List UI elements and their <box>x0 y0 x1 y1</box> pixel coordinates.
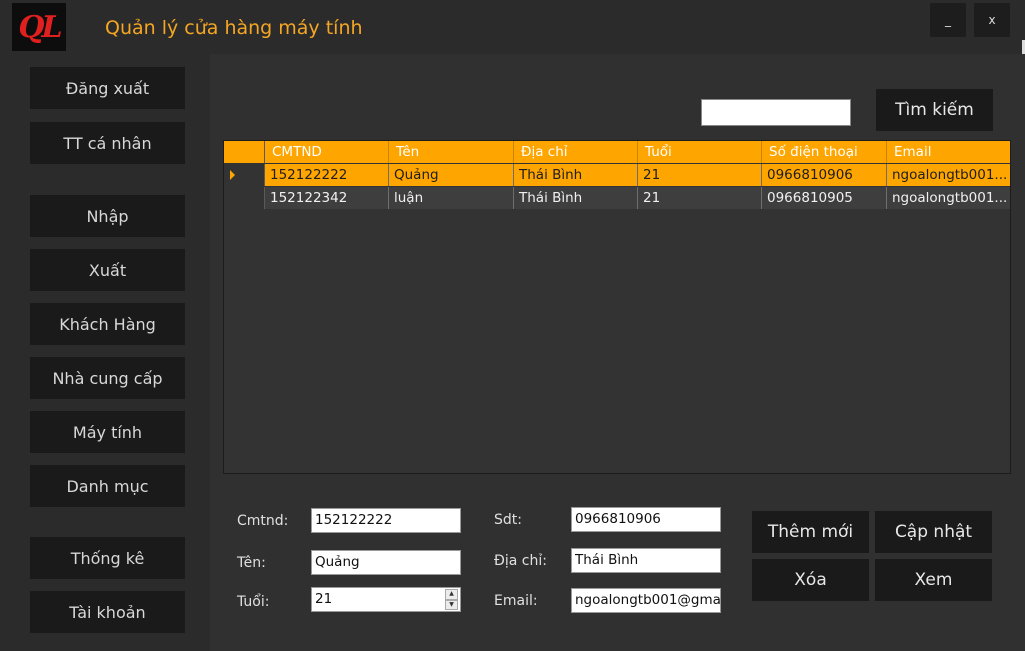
view-button[interactable]: Xem <box>875 559 992 601</box>
tuoi-value: 21 <box>315 591 333 607</box>
minimize-button[interactable]: _ <box>930 3 966 37</box>
window-title: Quản lý cửa hàng máy tính <box>105 17 363 39</box>
cell-diachi[interactable]: Thái Bình <box>514 187 638 209</box>
cell-cmtnd[interactable]: 152122222 <box>265 164 389 186</box>
cmtnd-field[interactable]: 152122222 <box>311 508 461 533</box>
email-label: Email: <box>494 593 538 609</box>
import-button[interactable]: Nhập <box>30 195 185 237</box>
ten-label: Tên: <box>237 555 266 571</box>
table-row[interactable]: 152122222 Quảng Thái Bình 21 0966810906 … <box>224 164 1010 186</box>
table-row[interactable]: 152122342 luận Thái Bình 21 0966810905 n… <box>224 187 1010 209</box>
row-pointer-icon <box>230 170 235 180</box>
add-button[interactable]: Thêm mới <box>752 511 869 553</box>
logo-text: QL <box>18 9 62 45</box>
row-selector[interactable] <box>224 164 265 186</box>
update-button[interactable]: Cập nhật <box>875 511 992 553</box>
cell-ten[interactable]: Quảng <box>389 164 514 186</box>
close-button[interactable]: x <box>974 3 1010 37</box>
cell-email[interactable]: ngoalongtb001... <box>887 164 1010 186</box>
accounts-button[interactable]: Tài khoản <box>30 591 185 633</box>
column-header-tuoi[interactable]: Tuổi <box>638 141 762 163</box>
cell-diachi[interactable]: Thái Bình <box>514 164 638 186</box>
column-header-sdt[interactable]: Số điện thoại <box>762 141 887 163</box>
cell-sdt[interactable]: 0966810906 <box>762 164 887 186</box>
cell-cmtnd[interactable]: 152122342 <box>265 187 389 209</box>
search-input[interactable] <box>701 99 851 126</box>
search-button[interactable]: Tìm kiếm <box>876 89 993 131</box>
customer-grid[interactable]: CMTND Tên Địa chỉ Tuổi Số điện thoại Ema… <box>223 140 1011 474</box>
column-header-ten[interactable]: Tên <box>389 141 514 163</box>
cmtnd-label: Cmtnd: <box>237 513 289 529</box>
diachi-label: Địa chỉ: <box>494 553 547 569</box>
header-corner <box>224 141 265 163</box>
app-logo: QL <box>12 3 66 51</box>
title-bar: QL Quản lý cửa hàng máy tính _ x <box>0 0 1025 70</box>
sdt-field[interactable]: 0966810906 <box>571 507 721 532</box>
stepper-controls: ▲ ▼ <box>445 589 458 610</box>
logout-button[interactable]: Đăng xuất <box>30 67 185 109</box>
grid-header: CMTND Tên Địa chỉ Tuổi Số điện thoại Ema… <box>224 141 1010 163</box>
export-button[interactable]: Xuất <box>30 249 185 291</box>
computers-button[interactable]: Máy tính <box>30 411 185 453</box>
suppliers-button[interactable]: Nhà cung cấp <box>30 357 185 399</box>
tuoi-stepper[interactable]: 21 ▲ ▼ <box>311 587 461 612</box>
cell-sdt[interactable]: 0966810905 <box>762 187 887 209</box>
delete-button[interactable]: Xóa <box>752 559 869 601</box>
categories-button[interactable]: Danh mục <box>30 465 185 507</box>
cell-tuoi[interactable]: 21 <box>638 187 762 209</box>
row-selector[interactable] <box>224 187 265 209</box>
statistics-button[interactable]: Thống kê <box>30 537 185 579</box>
customers-button[interactable]: Khách Hàng <box>30 303 185 345</box>
column-header-cmtnd[interactable]: CMTND <box>265 141 389 163</box>
cell-email[interactable]: ngoalongtb001... <box>887 187 1010 209</box>
ten-field[interactable]: Quảng <box>311 550 461 575</box>
profile-button[interactable]: TT cá nhân <box>30 122 185 164</box>
cell-ten[interactable]: luận <box>389 187 514 209</box>
stepper-up-icon[interactable]: ▲ <box>445 589 458 600</box>
sdt-label: Sdt: <box>494 512 522 528</box>
column-header-diachi[interactable]: Địa chỉ <box>514 141 638 163</box>
cell-tuoi[interactable]: 21 <box>638 164 762 186</box>
column-header-email[interactable]: Email <box>887 141 1010 163</box>
stepper-down-icon[interactable]: ▼ <box>445 599 458 610</box>
tuoi-label: Tuổi: <box>237 594 270 610</box>
email-field[interactable]: ngoalongtb001@gmai <box>571 588 721 613</box>
diachi-field[interactable]: Thái Bình <box>571 548 721 573</box>
